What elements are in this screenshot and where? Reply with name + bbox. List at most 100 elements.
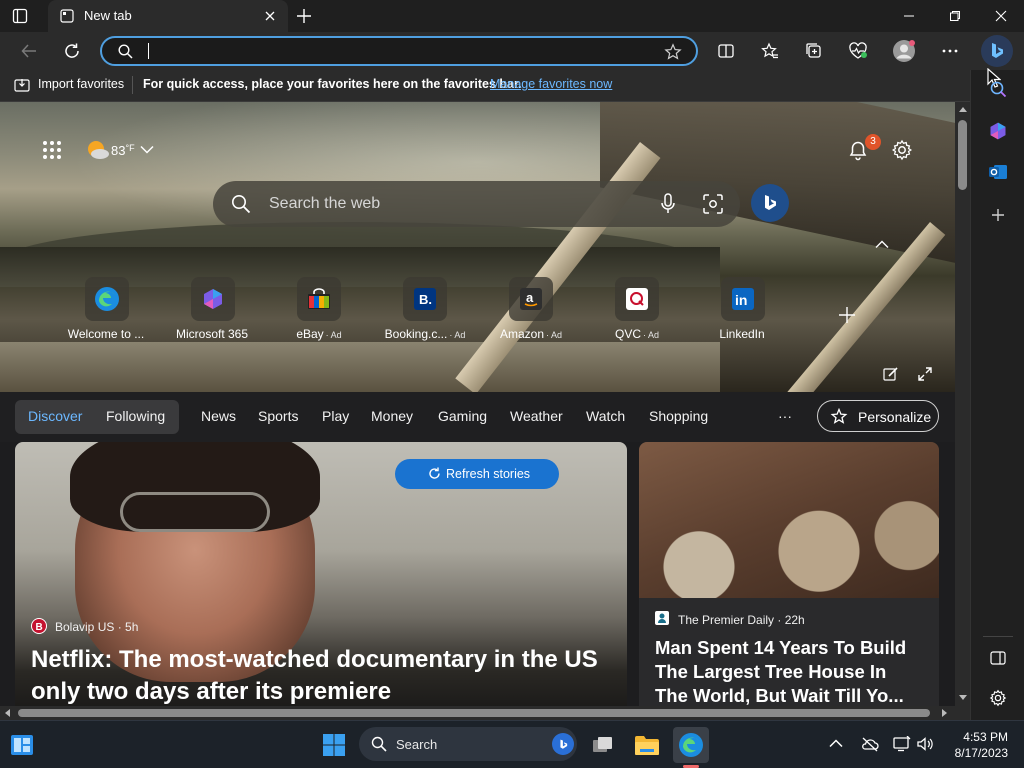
sidebar-outlook-icon[interactable]	[983, 157, 1013, 187]
microphone-icon[interactable]	[660, 193, 676, 215]
microsoft365-icon	[191, 277, 235, 321]
card-headline-line2[interactable]: only two days after its premiere	[31, 678, 391, 706]
quick-link-tile[interactable]: B. Booking.c... · Ad	[370, 277, 480, 341]
manage-favorites-link[interactable]: Manage favorites now	[490, 77, 612, 91]
sidebar-add-plus-icon[interactable]	[983, 200, 1013, 230]
chevron-down-icon[interactable]	[140, 145, 154, 154]
cloud-sync-off-icon[interactable]	[861, 736, 879, 752]
tab-following[interactable]: Following	[106, 408, 165, 424]
weather-widget[interactable]: 83°F	[111, 143, 135, 158]
close-tab-icon[interactable]	[264, 10, 276, 22]
tab-watch[interactable]: Watch	[586, 408, 625, 424]
taskbar-search-label: Search	[396, 737, 438, 752]
close-window-button[interactable]	[978, 0, 1024, 32]
personalize-label: Personalize	[858, 409, 932, 425]
sidebar-settings-gear-icon[interactable]	[983, 683, 1013, 713]
split-screen-icon[interactable]	[711, 36, 741, 66]
tab-actions-icon[interactable]	[12, 8, 28, 24]
collapse-chevron-up-icon[interactable]	[875, 240, 889, 249]
web-search-input[interactable]: Search the web	[269, 195, 380, 213]
start-windows-icon[interactable]	[316, 727, 352, 763]
tab-new-tab[interactable]: New tab	[48, 0, 288, 32]
visual-search-icon[interactable]	[703, 194, 723, 214]
restore-button[interactable]	[932, 0, 978, 32]
publisher-logo-icon	[655, 611, 669, 625]
clock-date[interactable]: 8/17/2023	[955, 746, 1008, 760]
add-shortcut-plus-icon[interactable]	[838, 306, 856, 324]
tab-news[interactable]: News	[201, 408, 236, 424]
bing-chat-icon[interactable]	[751, 184, 789, 222]
scroll-thumb[interactable]	[18, 709, 930, 717]
app-launcher-icon[interactable]	[42, 140, 62, 160]
news-card-featured[interactable]: Refresh stories B Bolavip US · 5h Netfli…	[15, 442, 627, 706]
divider	[132, 76, 133, 94]
collections-icon[interactable]	[799, 36, 829, 66]
sidebar-microsoft365-icon[interactable]	[983, 116, 1013, 146]
quick-link-label: Booking.c...	[384, 327, 448, 341]
vertical-scrollbar[interactable]	[955, 102, 970, 706]
task-view-icon[interactable]	[585, 727, 621, 763]
tab-weather[interactable]: Weather	[510, 408, 563, 424]
scroll-up-arrow-icon[interactable]	[959, 106, 967, 112]
scrollbar-corner	[955, 706, 970, 720]
scroll-down-arrow-icon[interactable]	[959, 695, 967, 701]
scroll-thumb[interactable]	[958, 120, 967, 190]
new-tab-page-icon	[60, 9, 74, 23]
import-favorites-button[interactable]: Import favorites	[38, 77, 124, 91]
card-headline-line2[interactable]: The Largest Tree House In	[655, 661, 886, 683]
volume-icon[interactable]	[916, 736, 934, 752]
back-icon[interactable]	[14, 36, 44, 66]
more-options-icon[interactable]	[935, 36, 965, 66]
minimize-button[interactable]	[886, 0, 932, 32]
web-search-box[interactable]: Search the web	[213, 181, 740, 227]
quick-link-tile[interactable]: in LinkedIn	[688, 277, 798, 341]
favorite-star-icon[interactable]	[664, 43, 682, 61]
quick-link-tile[interactable]: QVC · Ad	[582, 277, 692, 341]
widgets-icon[interactable]	[4, 727, 40, 763]
tab-play[interactable]: Play	[322, 408, 349, 424]
refresh-stories-label: Refresh stories	[446, 467, 531, 481]
card-headline-line1[interactable]: Man Spent 14 Years To Build	[655, 637, 906, 659]
quick-link-tile[interactable]: a Amazon · Ad	[476, 277, 586, 341]
tab-money[interactable]: Money	[371, 408, 413, 424]
sidebar-toggle-icon[interactable]	[983, 643, 1013, 673]
ebay-icon	[297, 277, 341, 321]
edit-background-icon[interactable]	[883, 366, 899, 382]
address-bar[interactable]	[100, 36, 698, 66]
file-explorer-icon[interactable]	[629, 727, 665, 763]
news-card[interactable]: The Premier Daily · 22h Man Spent 14 Yea…	[639, 442, 939, 706]
horizontal-scrollbar[interactable]	[0, 706, 955, 720]
network-icon[interactable]	[893, 736, 911, 752]
quick-link-tile[interactable]: Microsoft 365	[158, 277, 268, 341]
quick-link-tile[interactable]: Welcome to ...	[52, 277, 162, 341]
quick-link-label: eBay	[296, 327, 324, 341]
background-image: 83°F 3 Search the web Welcome to ... Mic…	[0, 102, 955, 392]
favorites-icon[interactable]	[755, 36, 785, 66]
taskbar-search-box[interactable]: Search	[359, 727, 577, 761]
weather-sun-cloud-icon[interactable]	[86, 139, 110, 161]
profile-avatar[interactable]	[889, 36, 919, 66]
personalize-button[interactable]: Personalize	[817, 400, 939, 432]
scroll-right-arrow-icon[interactable]	[942, 709, 948, 717]
tab-discover[interactable]: Discover	[28, 408, 82, 424]
clock-time[interactable]: 4:53 PM	[963, 730, 1008, 744]
quick-link-tile[interactable]: eBay · Ad	[264, 277, 374, 341]
refresh-icon[interactable]	[57, 36, 87, 66]
sidebar-search-icon[interactable]	[983, 74, 1013, 104]
expand-icon[interactable]	[917, 366, 933, 382]
tab-sports[interactable]: Sports	[258, 408, 298, 424]
show-hidden-icons-chevron-icon[interactable]	[829, 739, 843, 748]
notification-count-badge: 3	[865, 134, 881, 150]
more-tabs-button[interactable]: ···	[778, 408, 792, 424]
card-headline-line3[interactable]: The World, But Wait Till Yo...	[655, 685, 904, 706]
settings-gear-icon[interactable]	[891, 139, 913, 161]
new-tab-plus-icon[interactable]	[296, 8, 312, 24]
tab-shopping[interactable]: Shopping	[649, 408, 708, 424]
refresh-stories-button[interactable]: Refresh stories	[395, 459, 559, 489]
copilot-icon[interactable]	[981, 35, 1013, 67]
tab-gaming[interactable]: Gaming	[438, 408, 487, 424]
scroll-left-arrow-icon[interactable]	[4, 709, 10, 717]
edge-taskbar-icon[interactable]	[673, 727, 709, 763]
browser-essentials-icon[interactable]	[843, 36, 873, 66]
card-headline-line1[interactable]: Netflix: The most-watched documentary in…	[31, 646, 598, 674]
